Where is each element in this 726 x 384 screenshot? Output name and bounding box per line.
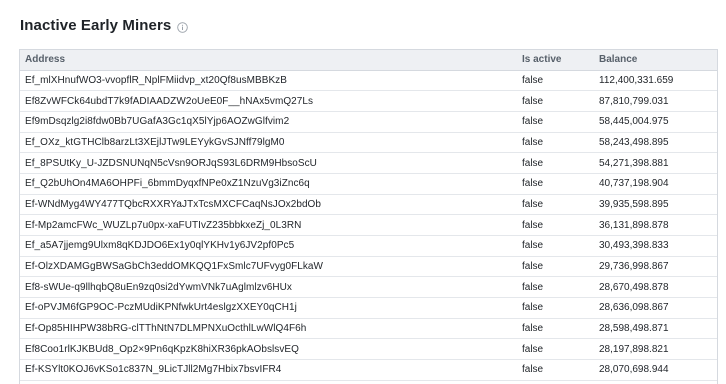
is-active-cell: false <box>517 256 594 278</box>
is-active-cell: false <box>517 297 594 319</box>
address-cell: Ef_Q2bUhOn4MA6OHPFi_6bmmDyqxfNPe0xZ1NzuV… <box>20 173 517 195</box>
is-active-cell: false <box>517 70 594 92</box>
address-cell: Ef-WNdMyg4WY477TQbcRXXRYaJTxTcsMXCFCaqNs… <box>20 194 517 216</box>
table-row[interactable]: Ef-oPVJM6fGP9OC-PczMUdiKPNfwkUrt4eslgzXX… <box>20 297 717 319</box>
address-cell: Ef-Mp2amcFWc_WUZLp7u0px-xaFUTIvZ235bbkxe… <box>20 214 517 236</box>
table-body: Ef_mlXHnufWO3-vvopflR_NplFMiidvp_xt20Qf8… <box>20 70 717 381</box>
table-row[interactable]: Ef8-sWUe-q9llhqbQ8uEn9zq0si2dYwmVNk7uAgl… <box>20 276 717 299</box>
is-active-cell: false <box>517 132 594 154</box>
table-header: Address Is active Balance <box>20 50 717 71</box>
address-cell: Ef-oPVJM6fGP9OC-PczMUdiKPNfwkUrt4eslgzXX… <box>20 297 517 319</box>
table-row[interactable]: Ef_OXz_ktGTHClb8arzLt3XEjlJTw9LEYykGvSJN… <box>20 132 717 154</box>
is-active-cell: false <box>517 173 594 195</box>
column-header-is-active[interactable]: Is active <box>517 50 594 71</box>
table-row[interactable]: Ef9mDsqzlg2i8fdw0Bb7UGafA3Gc1qX5lYjp6AOZ… <box>20 111 717 133</box>
balance-cell: 40,737,198.904 <box>594 173 717 195</box>
info-circle-icon[interactable] <box>177 20 189 33</box>
balance-cell: 112,400,331.659 <box>594 70 717 92</box>
address-cell: Ef8-sWUe-q9llhqbQ8uEn9zq0si2dYwmVNk7uAgl… <box>20 276 517 299</box>
table-row[interactable]: Ef-Op85HIHPW38bRG-clTThNtN7DLMPNXuOcthlL… <box>20 318 717 340</box>
address-cell: Ef-Op85HIHPW38bRG-clTThNtN7DLMPNXuOcthlL… <box>20 318 517 340</box>
table-row[interactable]: Ef_mlXHnufWO3-vvopflR_NplFMiidvp_xt20Qf8… <box>20 70 717 92</box>
address-cell: Ef8Coo1rlKJKBUd8_Op2×9Pn6qKpzK8hiXR36pkA… <box>20 338 517 361</box>
table-row[interactable]: Ef8Coo1rlKJKBUd8_Op2×9Pn6qKpzK8hiXR36pkA… <box>20 338 717 361</box>
is-active-cell: false <box>517 235 594 257</box>
address-cell: Ef-OlzXDAMGgBWSaGbCh3eddOMKQQ1FxSmlc7UFv… <box>20 256 517 278</box>
balance-cell: 36,131,898.878 <box>594 214 717 236</box>
balance-cell: 39,935,598.895 <box>594 194 717 216</box>
balance-cell: 58,445,004.975 <box>594 111 717 133</box>
is-active-cell: false <box>517 359 594 381</box>
address-cell: Ef9mDsqzlg2i8fdw0Bb7UGafA3Gc1qX5lYjp6AOZ… <box>20 111 517 133</box>
address-cell: Ef_8PSUtKy_U-JZDSNUNqN5cVsn9ORJqS93L6DRM… <box>20 152 517 174</box>
is-active-cell: false <box>517 214 594 236</box>
address-cell: Ef_OXz_ktGTHClb8arzLt3XEjlJTw9LEYykGvSJN… <box>20 132 517 154</box>
address-cell: Ef_a5A7jjemg9Ulxm8qKDJDO6Ex1y0qlYKHv1y6J… <box>20 235 517 257</box>
miners-table-container: Address Is active Balance Ef_mlXHnufWO3-… <box>19 49 718 384</box>
column-header-balance[interactable]: Balance <box>594 50 717 71</box>
balance-cell: 28,636,098.867 <box>594 297 717 319</box>
table-row[interactable]: Ef_8PSUtKy_U-JZDSNUNqN5cVsn9ORJqS93L6DRM… <box>20 152 717 174</box>
balance-cell: 30,493,398.833 <box>594 235 717 257</box>
table-row[interactable]: Ef-KSYlt0KOJ6vKSo1c837N_9LicTJll2Mg7Hbix… <box>20 359 717 381</box>
table-row[interactable]: Ef8ZvWFCk64ubdT7k9fADIAADZW2oUeE0F__hNAx… <box>20 90 717 112</box>
page-title: Inactive Early Miners <box>20 16 172 34</box>
table-row[interactable]: Ef_a5A7jjemg9Ulxm8qKDJDO6Ex1y0qlYKHv1y6J… <box>20 235 717 257</box>
address-cell: Ef8ZvWFCk64ubdT7k9fADIAADZW2oUeE0F__hNAx… <box>20 90 517 112</box>
balance-cell: 87,810,799.031 <box>594 90 717 112</box>
address-cell: Ef_mlXHnufWO3-vvopflR_NplFMiidvp_xt20Qf8… <box>20 70 517 92</box>
address-cell: Ef-KSYlt0KOJ6vKSo1c837N_9LicTJll2Mg7Hbix… <box>20 359 517 381</box>
is-active-cell: false <box>517 338 594 361</box>
is-active-cell: false <box>517 194 594 216</box>
column-header-address[interactable]: Address <box>20 50 517 71</box>
table-row[interactable]: Ef-WNdMyg4WY477TQbcRXXRYaJTxTcsMXCFCaqNs… <box>20 194 717 216</box>
page-header: Inactive Early Miners <box>20 14 189 36</box>
balance-cell: 28,070,698.944 <box>594 359 717 381</box>
balance-cell: 28,598,498.871 <box>594 318 717 340</box>
balance-cell: 54,271,398.881 <box>594 152 717 174</box>
balance-cell: 28,670,498.878 <box>594 276 717 299</box>
balance-cell: 28,197,898.821 <box>594 338 717 361</box>
is-active-cell: false <box>517 90 594 112</box>
table-row[interactable]: Ef_Q2bUhOn4MA6OHPFi_6bmmDyqxfNPe0xZ1NzuV… <box>20 173 717 195</box>
is-active-cell: false <box>517 152 594 174</box>
table-header-row: Address Is active Balance <box>20 50 717 71</box>
is-active-cell: false <box>517 276 594 299</box>
miners-table: Address Is active Balance Ef_mlXHnufWO3-… <box>20 50 717 381</box>
balance-cell: 58,243,498.895 <box>594 132 717 154</box>
table-row[interactable]: Ef-Mp2amcFWc_WUZLp7u0px-xaFUTIvZ235bbkxe… <box>20 214 717 236</box>
table-row[interactable]: Ef-OlzXDAMGgBWSaGbCh3eddOMKQQ1FxSmlc7UFv… <box>20 256 717 278</box>
is-active-cell: false <box>517 318 594 340</box>
is-active-cell: false <box>517 111 594 133</box>
balance-cell: 29,736,998.867 <box>594 256 717 278</box>
